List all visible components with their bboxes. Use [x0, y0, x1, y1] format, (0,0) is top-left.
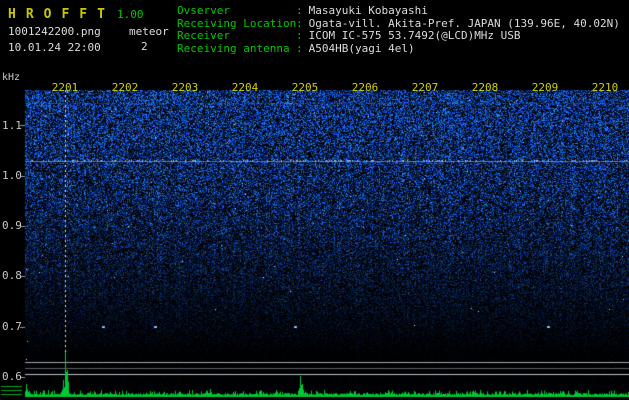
- time-tick-label-2204: 2204: [231, 81, 259, 94]
- info-row-label: Receiver: [177, 29, 230, 42]
- info-row-value: Ogata-vill. Akita-Pref. JAPAN (139.96E, …: [308, 16, 620, 30]
- info-row-colon: :: [296, 4, 303, 17]
- time-tick-label-2207: 2207: [411, 81, 439, 94]
- info-row-value: A504HB(yagi 4el): [308, 41, 415, 55]
- freq-unit-label: kHz: [2, 72, 21, 83]
- hrofft-output-image: HROFFT 1.00 1001242200.png meteor 10.01.2…: [0, 0, 629, 400]
- time-tick-label-2210: 2210: [591, 81, 619, 94]
- info-row-label: Receiving antenna: [177, 41, 290, 55]
- datetime-label: 10.01.24 22:00: [8, 41, 101, 54]
- observation-info: Ovserver: Masayuki Kobayashi Receiving Loc…: [177, 4, 620, 56]
- info-row-colon: :: [296, 41, 303, 55]
- freq-tick-label-0.7: 0.7: [2, 319, 22, 333]
- output-filename: 1001242200.png: [8, 25, 101, 38]
- time-tick-label-2201: 2201: [51, 81, 79, 94]
- app-title: HROFFT: [8, 7, 115, 22]
- header: HROFFT 1.00 1001242200.png meteor 10.01.2…: [0, 0, 629, 72]
- info-row-label: Ovserver: [177, 4, 230, 17]
- spectrogram-plot: kHz 2201 2202 2203 2204 2205 2206 2207 2208 2209…: [0, 72, 629, 400]
- mode-label: meteor: [129, 25, 169, 38]
- time-tick-label-2206: 2206: [351, 81, 379, 94]
- time-tick-label-2203: 2203: [171, 81, 199, 94]
- freq-tick-label-0.8: 0.8: [2, 269, 22, 283]
- info-row-value: ICOM IC-575 53.7492(@LCD)MHz USB: [308, 29, 521, 42]
- time-tick-label-2202: 2202: [111, 81, 139, 94]
- info-row-colon: :: [296, 29, 303, 42]
- spectrogram-canvas: [0, 72, 629, 400]
- info-row-value: Masayuki Kobayashi: [308, 4, 428, 17]
- time-tick-label-2209: 2209: [531, 81, 559, 94]
- time-tick-label-2208: 2208: [471, 81, 499, 94]
- freq-tick-label-0.6: 0.6: [2, 370, 22, 383]
- app-version: 1.00: [116, 8, 144, 21]
- info-row-3: Receiving antenna: A504HB(yagi 4el): [177, 41, 620, 56]
- freq-tick-label-1.0: 1.0: [2, 168, 22, 182]
- time-tick-label-2205: 2205: [291, 81, 319, 94]
- freq-tick-label-1.1: 1.1: [2, 118, 22, 132]
- title-line: HROFFT 1.00: [8, 3, 143, 22]
- freq-tick-label-0.9: 0.9: [2, 219, 22, 233]
- info-row-colon: :: [296, 16, 303, 30]
- meteor-count: 2: [141, 40, 148, 53]
